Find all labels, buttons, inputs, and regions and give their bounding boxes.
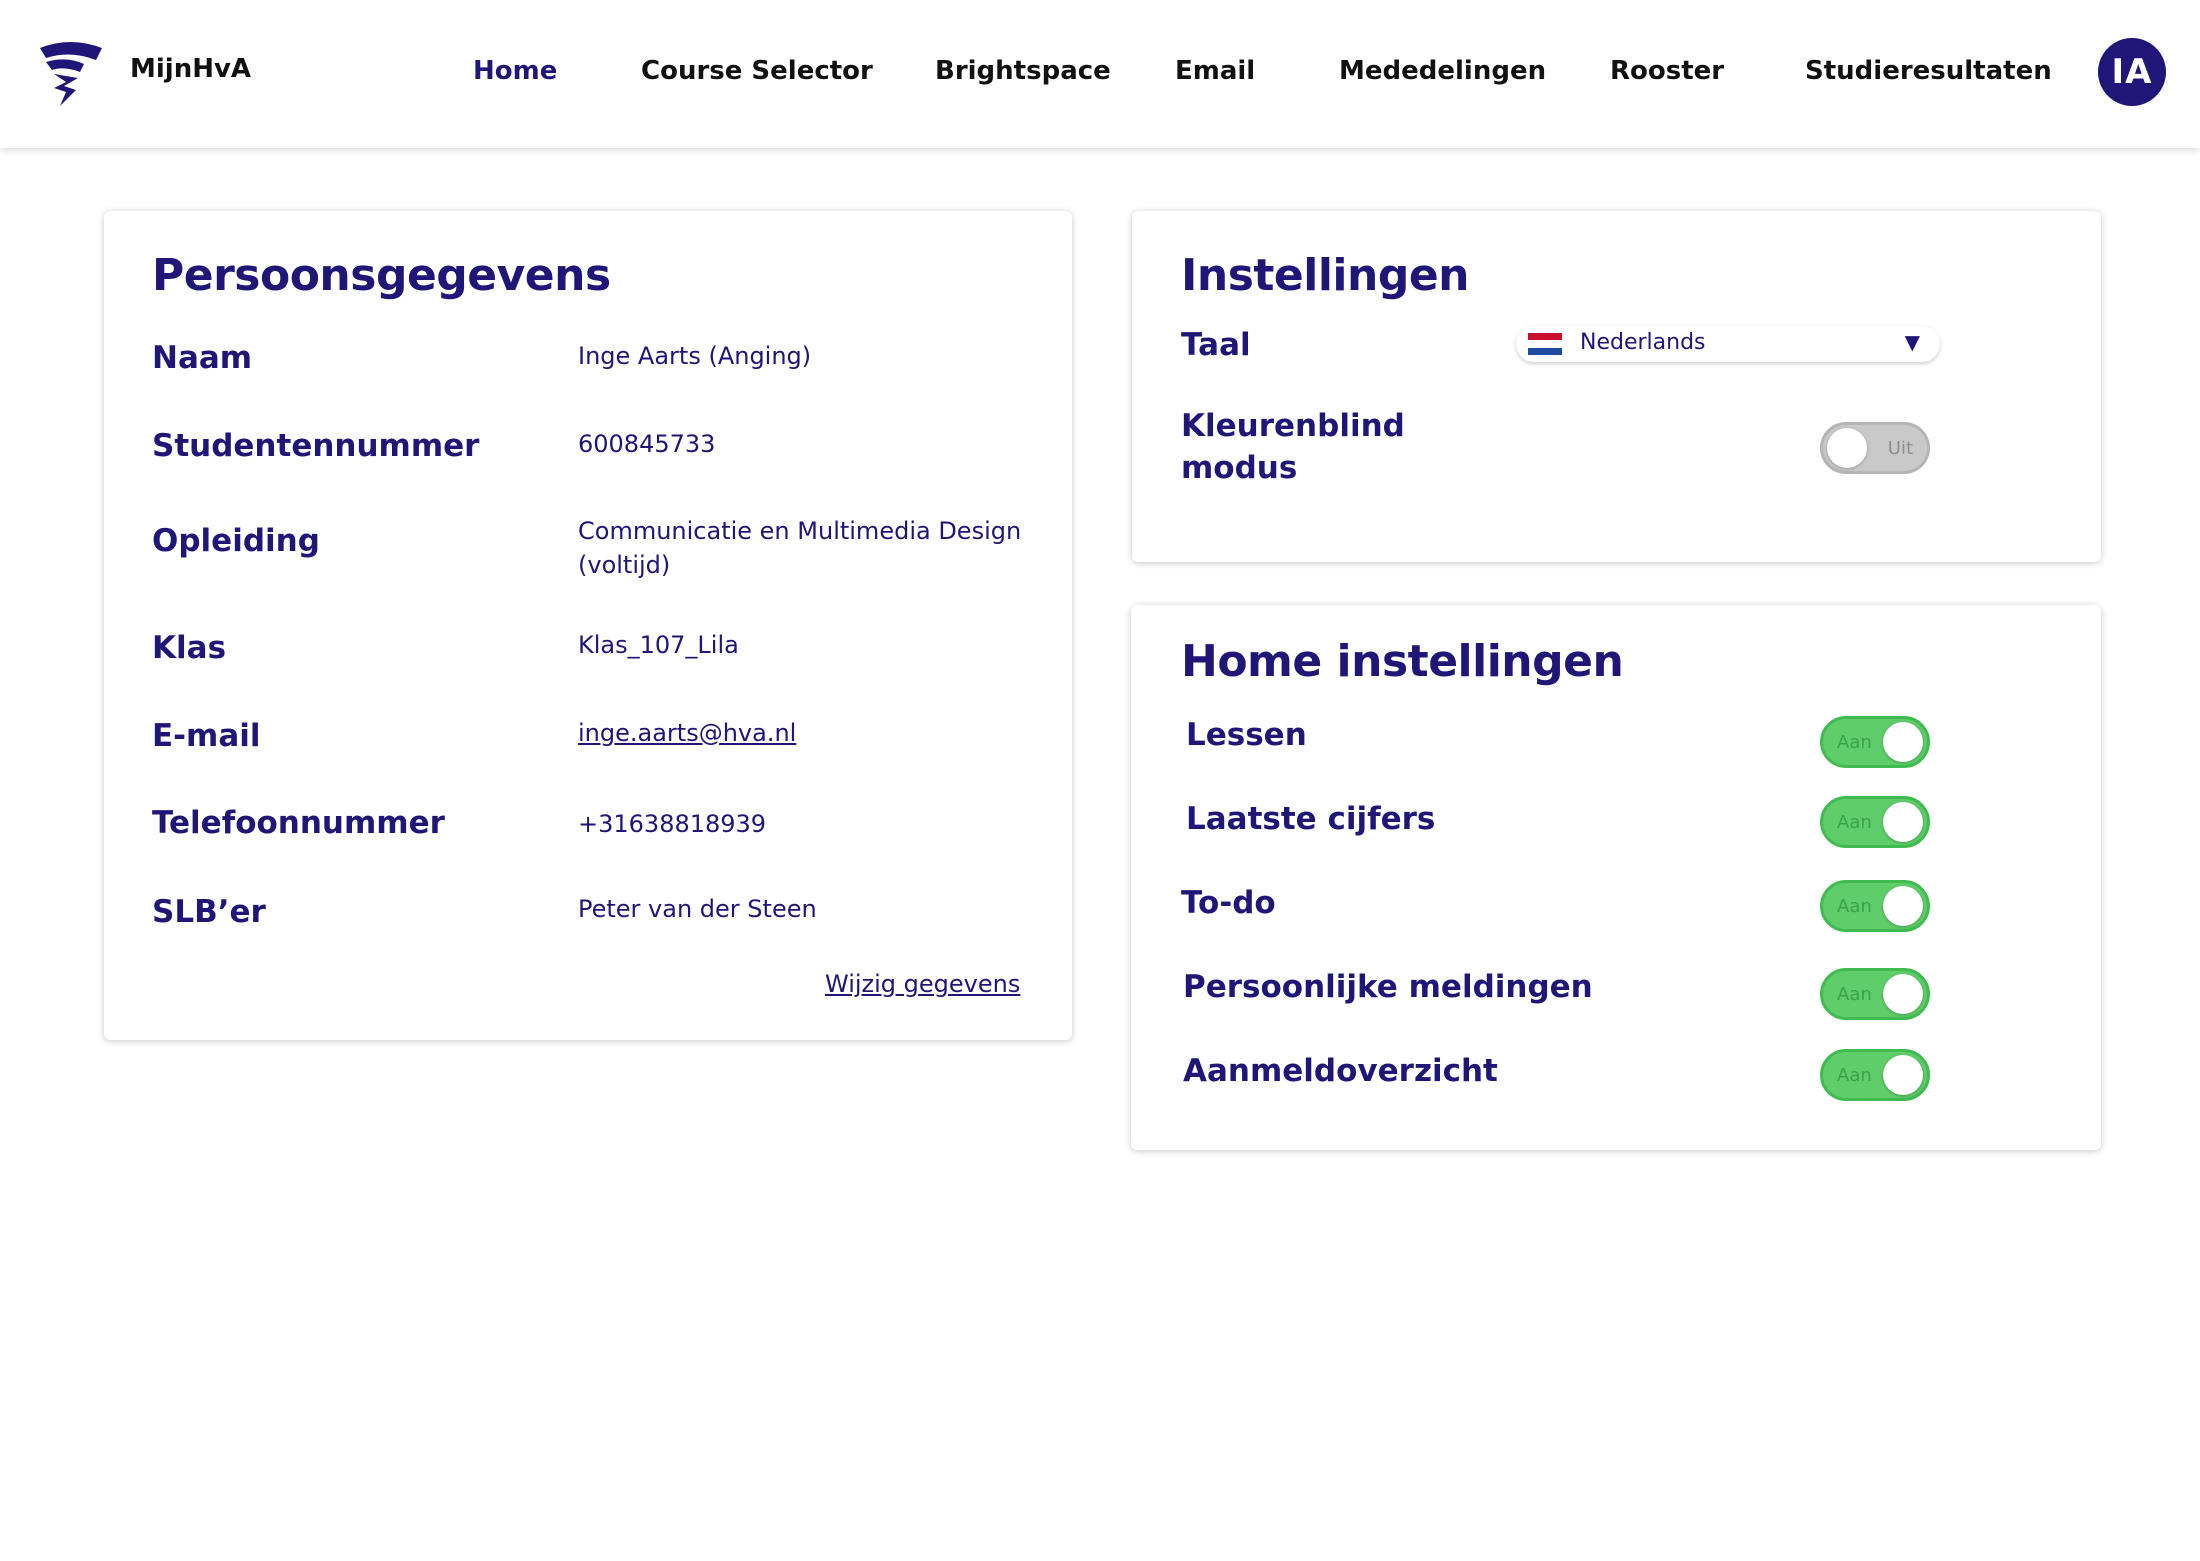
- toggle-knob: [1883, 886, 1923, 926]
- toggle-knob: [1827, 428, 1867, 468]
- latest-grades-label: Laatste cijfers: [1186, 801, 1436, 837]
- personal-notifications-label: Persoonlijke meldingen: [1183, 969, 1593, 1005]
- nav-course-selector[interactable]: Course Selector: [641, 56, 873, 86]
- toggle-knob: [1883, 1055, 1923, 1095]
- name-label: Naam: [152, 340, 253, 376]
- brand-name[interactable]: MijnHvA: [130, 54, 251, 84]
- todo-label: To-do: [1181, 885, 1276, 921]
- lessons-label: Lessen: [1186, 717, 1307, 753]
- registration-overview-label: Aanmeldoverzicht: [1183, 1053, 1498, 1089]
- toggle-knob: [1883, 974, 1923, 1014]
- program-label: Opleiding: [152, 523, 320, 559]
- nav-studieresultaten[interactable]: Studieresultaten: [1805, 56, 2052, 86]
- colorblind-label: Kleurenblind modus: [1181, 408, 1405, 486]
- language-select[interactable]: Nederlands ▼: [1516, 326, 1940, 362]
- nav-home[interactable]: Home: [473, 56, 557, 86]
- lessons-toggle[interactable]: Aan: [1820, 716, 1930, 768]
- toggle-knob: [1883, 802, 1923, 842]
- chevron-down-icon: ▼: [1904, 330, 1920, 354]
- email-label: E-mail: [152, 718, 261, 754]
- home-settings-title: Home instellingen: [1181, 636, 1624, 687]
- phone-value: +31638818939: [578, 810, 767, 838]
- todo-toggle[interactable]: Aan: [1820, 880, 1930, 932]
- phone-label: Telefoonnummer: [152, 805, 445, 841]
- registration-overview-toggle[interactable]: Aan: [1820, 1049, 1930, 1101]
- nav-email[interactable]: Email: [1175, 56, 1255, 86]
- personal-notifications-toggle[interactable]: Aan: [1820, 968, 1930, 1020]
- class-value: Klas_107_Lila: [578, 631, 739, 659]
- program-value: Communicatie en Multimedia Design (volti…: [578, 517, 1022, 579]
- settings-title: Instellingen: [1181, 250, 1470, 301]
- nav-mededelingen[interactable]: Mededelingen: [1339, 56, 1546, 86]
- edit-details-link[interactable]: Wijzig gegevens: [825, 967, 1020, 1001]
- language-select-value: Nederlands: [1580, 330, 1706, 355]
- netherlands-flag-icon: [1528, 333, 1562, 355]
- top-navigation-bar: MijnHvA Home Course Selector Brightspace…: [0, 0, 2200, 148]
- slb-label: SLB’er: [152, 894, 266, 930]
- toggle-knob: [1883, 722, 1923, 762]
- hva-logo-icon[interactable]: [36, 38, 106, 108]
- email-link[interactable]: inge.aarts@hva.nl: [578, 716, 796, 750]
- slb-value: Peter van der Steen: [578, 895, 817, 923]
- colorblind-toggle[interactable]: Uit: [1820, 422, 1930, 474]
- name-value: Inge Aarts (Anging): [578, 342, 812, 370]
- avatar[interactable]: IA: [2098, 38, 2166, 106]
- nav-rooster[interactable]: Rooster: [1610, 56, 1724, 86]
- class-label: Klas: [152, 630, 227, 666]
- personal-details-title: Persoonsgegevens: [152, 250, 611, 301]
- language-label: Taal: [1181, 327, 1251, 363]
- student-number-label: Studentennummer: [152, 428, 480, 464]
- nav-brightspace[interactable]: Brightspace: [935, 56, 1111, 86]
- latest-grades-toggle[interactable]: Aan: [1820, 796, 1930, 848]
- student-number-value: 600845733: [578, 430, 716, 458]
